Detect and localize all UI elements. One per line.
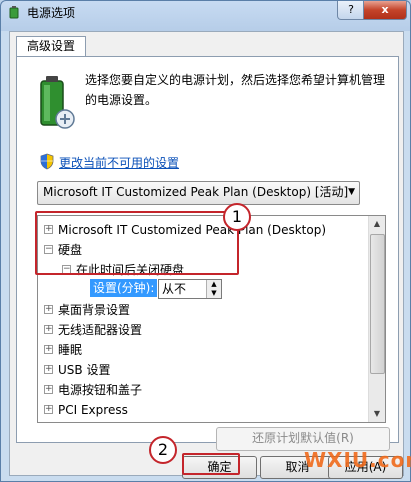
minutes-stepper[interactable]: 从不 ▲ ▼ [158,279,222,299]
chevron-down-icon: ▼ [348,187,355,197]
help-button[interactable]: ? [337,1,365,20]
power-plan-dropdown[interactable]: Microsoft IT Customized Peak Plan (Deskt… [37,181,360,205]
plan-select-value: Microsoft IT Customized Peak Plan (Deskt… [43,185,349,199]
window-title: 电源选项 [27,6,76,20]
minutes-value: 从不 [162,282,187,296]
expand-icon[interactable]: + [44,385,53,394]
uac-shield-icon [40,153,54,170]
callout-number-2: 2 [149,436,177,464]
site-watermark: WXIU.com [304,448,411,472]
tree-item-label: 桌面背景设置 [58,303,131,317]
expand-icon[interactable]: + [44,325,53,334]
scroll-up-icon[interactable]: ▲ [369,216,385,232]
setting-row: 设置(分钟): 从不 ▲ ▼ [38,278,368,299]
battery-power-icon [40,76,75,129]
power-options-window: 电源选项 ? x 高级设置 选择您要自定义的电源计划，然后选择您希望计算机管理的… [0,0,411,482]
tree-item-label: 无线适配器设置 [58,323,143,337]
tree-item-label: 睡眠 [58,343,83,357]
expand-icon[interactable]: + [44,405,53,414]
expand-icon[interactable]: + [44,365,53,374]
close-button[interactable]: x [363,1,407,20]
callout-highlight-1 [35,211,239,275]
stepper-down-icon[interactable]: ▼ [207,289,221,298]
title-bar: 电源选项 ? x [1,1,410,23]
callout-highlight-2 [182,453,240,475]
change-unavailable-settings-link[interactable]: 更改当前不可用的设置 [59,154,179,171]
setting-minutes-label: 设置(分钟): [90,279,158,297]
scrollbar-thumb[interactable] [370,234,385,374]
description-text: 选择您要自定义的电源计划，然后选择您希望计算机管理的电源设置。 [85,73,386,107]
tree-item-label: PCI Express [58,403,128,417]
tab-advanced-settings[interactable]: 高级设置 [16,36,86,57]
stepper-up-icon[interactable]: ▲ [207,280,221,289]
tree-scrollbar[interactable]: ▲ ▼ [368,216,385,422]
tree-item-label: 电源按钮和盖子 [58,383,143,397]
scroll-down-icon[interactable]: ▼ [369,406,385,422]
stepper-buttons[interactable]: ▲ ▼ [206,280,221,298]
callout-number-1: 1 [223,203,251,231]
power-options-icon [9,6,19,19]
expand-icon[interactable]: + [44,305,53,314]
expand-icon[interactable]: + [44,345,53,354]
tree-item-label: USB 设置 [58,363,111,377]
